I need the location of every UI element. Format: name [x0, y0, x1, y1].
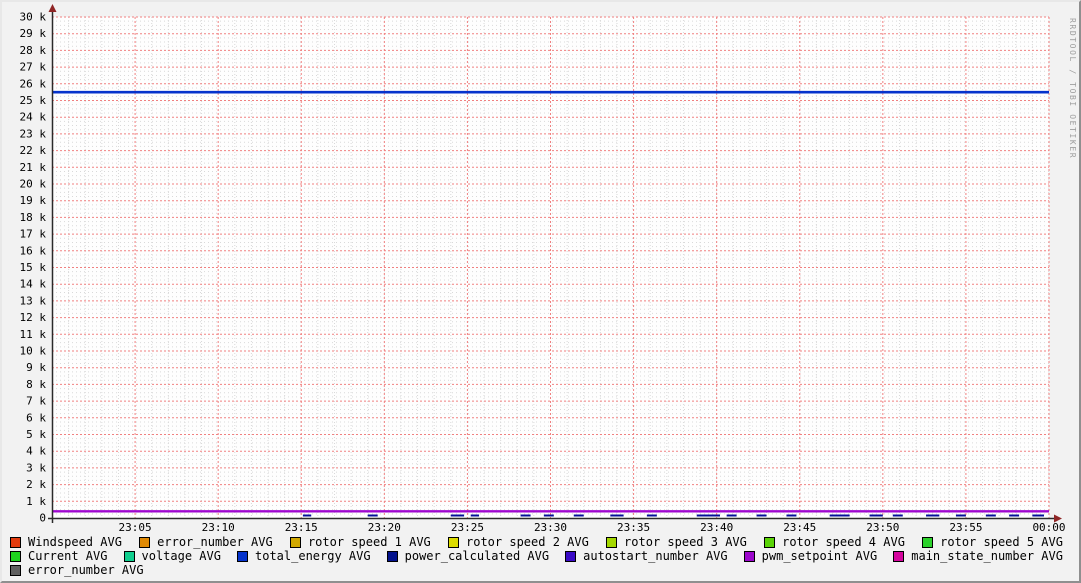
y-axis-tick-label: 21 k	[20, 161, 47, 174]
legend-color-swatch	[764, 537, 775, 548]
y-axis-tick-label: 5 k	[26, 428, 46, 441]
y-axis-tick-label: 3 k	[26, 461, 46, 474]
legend-color-swatch	[893, 551, 904, 562]
y-axis-tick-label: 9 k	[26, 361, 46, 374]
legend-item: main_state_number AVG	[893, 549, 1063, 563]
x-axis-tick-label: 23:10	[202, 521, 235, 534]
legend-row: Current AVG voltage AVG total_energy AVG po…	[10, 549, 1063, 563]
legend-color-swatch	[139, 537, 150, 548]
y-axis-tick-label: 2 k	[26, 478, 46, 491]
legend-label: autostart_number AVG	[583, 549, 728, 563]
y-axis-tick-label: 8 k	[26, 378, 46, 391]
legend-row: Windspeed AVG error_number AVG rotor speed…	[10, 535, 1063, 549]
legend-item: rotor speed 3 AVG	[606, 535, 747, 549]
legend-label: error_number AVG	[28, 563, 144, 577]
y-axis-tick-label: 7 k	[26, 395, 46, 408]
legend-color-swatch	[10, 537, 21, 548]
legend-label: Current AVG	[28, 549, 107, 563]
y-axis-tick-label: 27 k	[20, 61, 47, 74]
legend-color-swatch	[606, 537, 617, 548]
legend-label: Windspeed AVG	[28, 535, 122, 549]
legend-item: rotor speed 5 AVG	[922, 535, 1063, 549]
legend-color-swatch	[387, 551, 398, 562]
legend-label: rotor speed 5 AVG	[940, 535, 1063, 549]
legend-row: error_number AVG	[10, 563, 1063, 577]
x-axis-tick-label: 23:05	[119, 521, 152, 534]
legend-label: rotor speed 3 AVG	[624, 535, 747, 549]
x-axis-tick-label: 23:35	[617, 521, 650, 534]
legend-color-swatch	[565, 551, 576, 562]
rrdtool-watermark: RRDTOOL / TOBI OETIKER	[1068, 18, 1077, 159]
y-axis-tick-label: 1 k	[26, 495, 46, 508]
rrdtool-graph-image: 0 1 k 2 k 3 k 4 k 5 k 6 k 7 k 8 k 9 k 10 k 11 k 12 k…	[0, 0, 1081, 583]
x-axis-tick-label: 23:15	[285, 521, 318, 534]
x-axis-tick-label: 23:50	[866, 521, 899, 534]
legend-color-swatch	[237, 551, 248, 562]
y-axis-tick-label: 23 k	[20, 127, 47, 140]
legend-color-swatch	[10, 565, 21, 576]
legend-item: error_number AVG	[10, 563, 144, 577]
legend-item: rotor speed 2 AVG	[448, 535, 589, 549]
legend-color-swatch	[124, 551, 135, 562]
y-axis-tick-label: 20 k	[20, 178, 47, 191]
legend-label: power_calculated AVG	[405, 549, 550, 563]
legend-color-swatch	[744, 551, 755, 562]
x-axis-tick-label: 23:55	[949, 521, 982, 534]
y-axis-tick-label: 19 k	[20, 194, 47, 207]
y-axis-tick-label: 13 k	[20, 294, 47, 307]
y-axis-tick-label: 6 k	[26, 411, 46, 424]
y-axis-tick-label: 15 k	[20, 261, 47, 274]
legend-color-swatch	[290, 537, 301, 548]
y-axis-tick-label: 22 k	[20, 144, 47, 157]
legend-label: rotor speed 1 AVG	[308, 535, 431, 549]
legend-item: pwm_setpoint AVG	[744, 549, 878, 563]
x-axis-tick-label: 23:20	[368, 521, 401, 534]
y-axis-tick-label: 4 k	[26, 445, 46, 458]
legend-color-swatch	[448, 537, 459, 548]
x-axis-tick-label: 23:40	[700, 521, 733, 534]
y-axis-tick-label: 24 k	[20, 111, 47, 124]
y-axis-tick-label: 26 k	[20, 77, 47, 90]
legend-item: Current AVG	[10, 549, 107, 563]
y-axis-tick-label: 18 k	[20, 211, 47, 224]
y-axis-tick-label: 17 k	[20, 228, 47, 241]
y-axis-tick-label: 12 k	[20, 311, 47, 324]
x-axis-tick-label: 00:00	[1032, 521, 1065, 534]
y-axis-tick-label: 25 k	[20, 94, 47, 107]
legend-item: autostart_number AVG	[565, 549, 728, 563]
y-axis-tick-label: 10 k	[20, 345, 47, 358]
legend-label: total_energy AVG	[255, 549, 371, 563]
legend-color-swatch	[922, 537, 933, 548]
y-axis-tick-label: 11 k	[20, 328, 47, 341]
legend-item: power_calculated AVG	[387, 549, 550, 563]
chart-legend: Windspeed AVG error_number AVG rotor speed…	[10, 535, 1063, 577]
legend-item: error_number AVG	[139, 535, 273, 549]
y-axis-arrow-icon	[49, 4, 57, 12]
legend-label: rotor speed 4 AVG	[782, 535, 905, 549]
y-axis-tick-label: 14 k	[20, 278, 47, 291]
y-axis-tick-label: 0	[39, 512, 46, 525]
legend-item: rotor speed 4 AVG	[764, 535, 905, 549]
x-axis-tick-label: 23:25	[451, 521, 484, 534]
y-axis-tick-label: 16 k	[20, 244, 47, 257]
y-axis-tick-label: 30 k	[20, 11, 47, 24]
legend-color-swatch	[10, 551, 21, 562]
legend-item: Windspeed AVG	[10, 535, 122, 549]
legend-label: rotor speed 2 AVG	[466, 535, 589, 549]
legend-label: error_number AVG	[157, 535, 273, 549]
chart-plot: 0 1 k 2 k 3 k 4 k 5 k 6 k 7 k 8 k 9 k 10 k 11 k 12 k…	[2, 2, 1081, 535]
legend-item: rotor speed 1 AVG	[290, 535, 431, 549]
legend-item: total_energy AVG	[237, 549, 371, 563]
legend-label: main_state_number AVG	[911, 549, 1063, 563]
y-axis-tick-label: 29 k	[20, 27, 47, 40]
y-axis-tick-label: 28 k	[20, 44, 47, 57]
legend-label: pwm_setpoint AVG	[762, 549, 878, 563]
legend-label: voltage AVG	[142, 549, 221, 563]
x-axis-tick-label: 23:30	[534, 521, 567, 534]
legend-item: voltage AVG	[124, 549, 221, 563]
x-axis-tick-label: 23:45	[783, 521, 816, 534]
